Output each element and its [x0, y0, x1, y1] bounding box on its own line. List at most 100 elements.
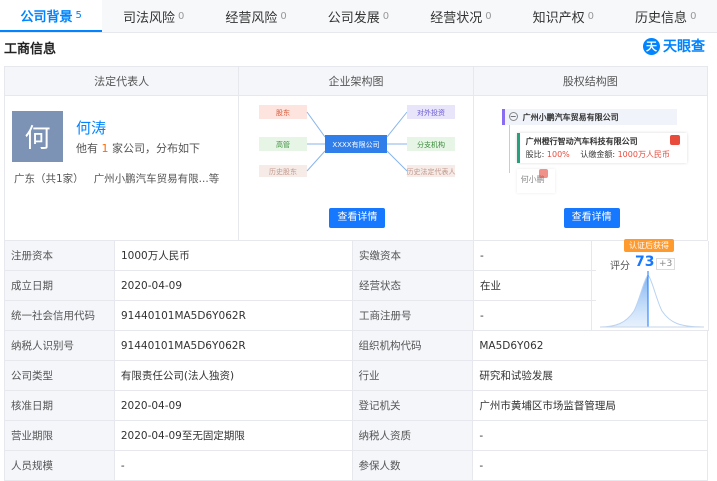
label-staff-size: 人员规模 [5, 451, 115, 480]
section-title: 工商信息 [4, 42, 57, 57]
related-company[interactable]: 广州小鹏汽车贸易有限...等 [94, 173, 220, 185]
edge [386, 111, 408, 138]
edge [306, 111, 326, 138]
equity-top-company[interactable]: 广州小鹏汽车贸易有限公司 [523, 112, 619, 123]
label-paid-capital: 实缴资本 [353, 241, 474, 270]
avatar[interactable]: 何 [12, 111, 63, 162]
tab-count: 0 [177, 10, 185, 22]
value-paid-capital: - [474, 241, 592, 270]
value-insured-count: - [473, 451, 708, 480]
curve-line [599, 274, 705, 328]
tab-operation-risk[interactable]: 经营风险 0 [205, 0, 307, 32]
label-taxpayer-id: 纳税人识别号 [5, 331, 115, 360]
card-header: 法定代表人 [5, 67, 239, 96]
tab-legal-risk[interactable]: 司法风险 0 [102, 0, 204, 32]
summary-prefix: 他有 [76, 142, 98, 155]
value-taxpayer-qualification: - [473, 421, 708, 450]
equity-child-ratio: 股比: 100% 认缴金额: 1000万人民币 [526, 149, 670, 160]
label-registration-authority: 登记机关 [352, 391, 474, 420]
structure-card: 企业架构图 股东 高管 历史股东 XXXX有限公司 对外投资 分支机构 历史法定… [239, 67, 474, 240]
node-history-rep-label: 历史法定代表人 [407, 167, 456, 176]
label-established-date: 成立日期 [5, 271, 115, 300]
node-center-label: XXXX有限公司 [333, 140, 380, 149]
score-distribution-curve [599, 271, 705, 328]
table-row: 公司类型 有限责任公司(法人独资) 行业 研究和试验发展 [5, 361, 708, 391]
value-registered-capital: 1000万人民币 [115, 241, 353, 270]
region-count: 广东（共1家） [14, 173, 84, 185]
value-staff-size: - [115, 451, 353, 480]
tab-label: 公司发展 [327, 10, 380, 26]
tab-bar: 公司背景 5 司法风险 0 经营风险 0 公司发展 0 经营状况 0 知识产权 0 历史信息… [0, 0, 717, 33]
ratio-label: 股比: [525, 150, 545, 159]
tab-company-development[interactable]: 公司发展 0 [307, 0, 409, 32]
tab-label: 公司背景 [20, 9, 73, 25]
node-investment-label: 对外投资 [417, 108, 445, 117]
tab-count: 0 [690, 10, 697, 22]
tab-label: 经营风险 [225, 10, 278, 26]
table-row: 营业期限 2020-04-09至无固定期限 纳税人资质 - [5, 421, 708, 451]
risk-icon[interactable] [669, 135, 680, 145]
edge [386, 150, 408, 172]
label-industry: 行业 [352, 361, 474, 390]
overview-cards: 法定代表人 何 何涛 他有 1 家公司，分布如下 广东（共1家） 广州小鹏汽车贸易… [4, 66, 708, 241]
logo-mark: 天 [643, 37, 660, 55]
collapse-icon[interactable]: − [508, 112, 518, 121]
value-credit-code: 91440101MA5D6Y062R [115, 301, 353, 330]
value-industry: 研究和试验发展 [473, 361, 708, 390]
value-taxpayer-id: 91440101MA5D6Y062R [115, 331, 353, 360]
risk-icon[interactable] [538, 169, 548, 178]
company-count: 1 [101, 142, 109, 155]
tab-operation-status[interactable]: 经营状况 0 [410, 0, 512, 32]
score-label: 评分 [610, 261, 630, 272]
label-org-code: 组织机构代码 [352, 331, 474, 360]
score-panel[interactable]: 认证后获得 评分 73 +3 [596, 239, 709, 331]
card-header: 股权结构图 [473, 67, 707, 96]
tab-label: 历史信息 [635, 10, 688, 26]
table-row: 纳税人识别号 91440101MA5D6Y062R 组织机构代码 MA5D6Y0… [5, 331, 708, 361]
value-registration-number: - [474, 301, 592, 330]
structure-diagram: 股东 高管 历史股东 XXXX有限公司 对外投资 分支机构 历史法定代表人 [259, 105, 456, 177]
node-branch-label: 分支机构 [417, 140, 445, 149]
equity-card: 股权结构图 − 广州小鹏汽车贸易有限公司 广州橙行智动汽车科技有限公司 股比: … [473, 67, 707, 240]
card-header: 企业架构图 [239, 67, 473, 96]
equity-details-button[interactable]: 查看详情 [563, 208, 620, 228]
tianyancha-logo[interactable]: 天 天眼查 [643, 36, 705, 56]
label-approval-date: 核准日期 [5, 391, 115, 420]
score-value: 73 [635, 254, 655, 270]
equity-child-company[interactable]: 广州橙行智动汽车科技有限公司 [526, 136, 638, 147]
tab-count: 0 [280, 10, 287, 22]
value-company-type: 有限责任公司(法人独资) [115, 361, 353, 390]
label-company-type: 公司类型 [5, 361, 115, 390]
label-insured-count: 参保人数 [352, 451, 474, 480]
value-approval-date: 2020-04-09 [115, 391, 353, 420]
value-established-date: 2020-04-09 [115, 271, 353, 300]
business-info-table: 注册资本 1000万人民币 实缴资本 - 成立日期 2020-04-09 经营状… [4, 239, 709, 481]
legal-rep-name[interactable]: 何涛 [76, 117, 106, 138]
tab-count: 0 [485, 10, 492, 22]
tab-label: 经营状况 [430, 10, 483, 26]
node-shareholder-label: 股东 [276, 108, 290, 117]
score-badge: 认证后获得 [624, 239, 674, 252]
value-org-code: MA5D6Y062 [473, 331, 708, 360]
label-business-term: 营业期限 [5, 421, 115, 450]
score-delta: +3 [656, 258, 676, 270]
label-registered-capital: 注册资本 [5, 241, 115, 270]
label-business-status: 经营状态 [353, 271, 474, 300]
tab-label: 知识产权 [532, 10, 585, 26]
edge [306, 150, 326, 172]
node-executive-label: 高管 [276, 140, 290, 149]
tab-history[interactable]: 历史信息 0 [615, 0, 717, 32]
capital-value: 1000万人民币 [617, 150, 670, 159]
tab-count: 5 [75, 9, 82, 21]
tab-company-background[interactable]: 公司背景 5 [0, 0, 103, 32]
structure-details-button[interactable]: 查看详情 [329, 208, 386, 228]
tab-intellectual-property[interactable]: 知识产权 0 [512, 0, 614, 32]
node-history-shareholder-label: 历史股东 [269, 167, 297, 176]
legal-representative-card: 法定代表人 何 何涛 他有 1 家公司，分布如下 广东（共1家） 广州小鹏汽车贸易… [5, 67, 240, 240]
value-registration-authority: 广州市黄埔区市场监督管理局 [473, 391, 708, 420]
logo-text: 天眼查 [663, 39, 705, 55]
tab-count: 0 [382, 10, 390, 22]
value-business-status: 在业 [474, 271, 592, 300]
legal-rep-summary: 他有 1 家公司，分布如下 [76, 140, 200, 156]
label-taxpayer-qualification: 纳税人资质 [352, 421, 474, 450]
